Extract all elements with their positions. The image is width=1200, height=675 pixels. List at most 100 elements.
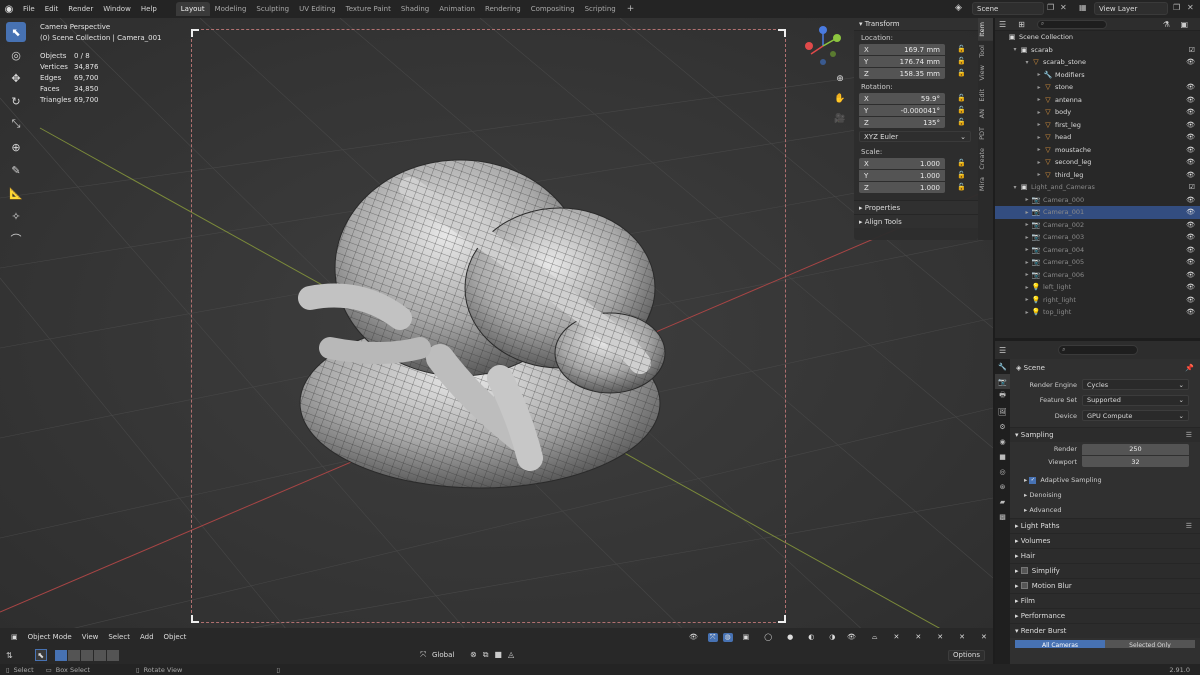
outliner-row[interactable]: ▸ ▽ second_leg 👁 bbox=[995, 156, 1200, 169]
advanced-subpanel[interactable]: ▸ Advanced bbox=[1010, 503, 1200, 518]
menu-render[interactable]: Render bbox=[63, 5, 98, 13]
outliner-row[interactable]: ▸ 💡 right_light 👁 bbox=[995, 294, 1200, 307]
editor-type-icon[interactable]: ☰ bbox=[999, 346, 1006, 355]
view-layer-selector[interactable]: View Layer bbox=[1094, 2, 1168, 15]
menu-add[interactable]: Add bbox=[135, 633, 159, 641]
list-icon[interactable]: ☰ bbox=[1186, 431, 1192, 439]
properties-panel-header[interactable]: ▸ Properties bbox=[854, 200, 978, 214]
menu-view[interactable]: View bbox=[77, 633, 104, 641]
rendered-shading-icon[interactable]: ◑ bbox=[824, 633, 840, 642]
lock-icon[interactable]: 🔓 bbox=[957, 171, 966, 180]
eye-icon[interactable]: 👁 bbox=[1186, 233, 1195, 241]
simplify-panel-header[interactable]: ▸ Simplify bbox=[1010, 562, 1200, 578]
volumes-panel-header[interactable]: ▸ Volumes bbox=[1010, 532, 1200, 548]
expand-arrow-icon[interactable]: ▾ bbox=[1011, 184, 1019, 191]
expand-arrow-icon[interactable]: ▸ bbox=[1023, 259, 1031, 266]
all-cameras-button[interactable]: All Cameras bbox=[1015, 639, 1105, 648]
tab-sculpting[interactable]: Sculpting bbox=[251, 2, 294, 16]
outliner-row[interactable]: ▸ ▽ head 👁 bbox=[995, 131, 1200, 144]
eye-icon[interactable]: 👁 bbox=[1186, 271, 1195, 279]
tab-texture-paint[interactable]: Texture Paint bbox=[341, 2, 396, 16]
sidebar-tab-item[interactable]: Item bbox=[978, 18, 993, 41]
extra-tool-icon[interactable]: ⌒ bbox=[6, 229, 26, 249]
constraints-tab-icon[interactable]: ⊛ bbox=[995, 479, 1010, 494]
eye-icon[interactable]: 👁 bbox=[1186, 196, 1195, 204]
expand-arrow-icon[interactable]: ▸ bbox=[1023, 246, 1031, 253]
eye-icon[interactable]: 👁 bbox=[1186, 258, 1195, 266]
gizmo-icon[interactable]: ⤧ bbox=[707, 632, 718, 642]
tab-uv-editing[interactable]: UV Editing bbox=[294, 2, 341, 16]
render-tab-icon[interactable]: 📷 bbox=[995, 374, 1010, 389]
mode-selector[interactable]: Object Mode bbox=[23, 633, 77, 641]
scale-z-field[interactable]: Z 1.000 🔓 bbox=[859, 182, 966, 193]
options-dropdown[interactable]: Options bbox=[948, 649, 986, 661]
outliner-row[interactable]: ▸ 📷 Camera_003 👁 bbox=[995, 231, 1200, 244]
tab-layout[interactable]: Layout bbox=[175, 2, 210, 16]
adaptive-sampling-checkbox[interactable]: ✓ bbox=[1029, 476, 1037, 484]
lock-icon[interactable]: 🔓 bbox=[957, 159, 966, 168]
lock-icon[interactable]: 🔓 bbox=[957, 57, 966, 66]
sidebar-tab-pdt[interactable]: PDT bbox=[978, 123, 993, 144]
copy-scene-icon[interactable]: ❐ bbox=[1047, 3, 1054, 12]
outliner-row[interactable]: ▸ 💡 top_light 👁 bbox=[995, 306, 1200, 319]
outliner-row[interactable]: ▸ ▽ first_leg 👁 bbox=[995, 119, 1200, 132]
transform-tool-icon[interactable]: ⊕ bbox=[6, 137, 26, 157]
editor-type-icon[interactable]: ▣ bbox=[6, 633, 23, 641]
render-burst-panel-header[interactable]: ▾ Render Burst bbox=[1010, 622, 1200, 638]
properties-search-input[interactable]: ⌕ bbox=[1058, 345, 1139, 355]
expand-arrow-icon[interactable]: ▸ bbox=[1035, 84, 1043, 91]
scene-icon[interactable]: ◈ bbox=[955, 3, 969, 15]
outliner-row[interactable]: ▸ 📷 Camera_002 👁 bbox=[995, 219, 1200, 232]
menu-select[interactable]: Select bbox=[103, 633, 135, 641]
eye-icon[interactable]: 👁 bbox=[1186, 108, 1195, 116]
outliner-row[interactable]: ▾ ▽ scarab_stone 👁 bbox=[995, 56, 1200, 69]
eye-icon[interactable]: 👁 bbox=[1186, 58, 1195, 66]
outliner-row[interactable]: ▸ 📷 Camera_000 👁 bbox=[995, 194, 1200, 207]
eye-icon[interactable]: 👁 bbox=[1186, 146, 1195, 154]
tool-settings-icon[interactable]: ⇅ bbox=[6, 651, 13, 660]
outliner-row[interactable]: ▸ ▽ third_leg 👁 bbox=[995, 169, 1200, 182]
expand-arrow-icon[interactable]: ▸ bbox=[1035, 71, 1043, 78]
lock-icon[interactable]: 🔓 bbox=[957, 94, 966, 103]
active-tool-icon[interactable]: ⬉ bbox=[34, 649, 47, 661]
solid-shading-icon[interactable]: ● bbox=[782, 633, 798, 642]
annotate-tool-icon[interactable]: ✎ bbox=[6, 160, 26, 180]
expand-arrow-icon[interactable]: ▸ bbox=[1023, 309, 1031, 316]
lock-icon[interactable]: 🔓 bbox=[957, 183, 966, 192]
expand-arrow-icon[interactable]: ▸ bbox=[1035, 134, 1043, 141]
expand-arrow-icon[interactable]: ▸ bbox=[1035, 109, 1043, 116]
select-invert-icon[interactable] bbox=[93, 649, 106, 661]
measure-tool-icon[interactable]: 📐 bbox=[6, 183, 26, 203]
copy-view-layer-icon[interactable]: ❐ bbox=[1173, 3, 1180, 12]
checkbox-icon[interactable]: ☑ bbox=[1189, 183, 1195, 191]
denoising-subpanel[interactable]: ▸ Denoising bbox=[1010, 488, 1200, 503]
zoom-icon[interactable]: ⊕ bbox=[834, 74, 846, 86]
outliner-row[interactable]: ▸ ▽ stone 👁 bbox=[995, 81, 1200, 94]
outliner-row[interactable]: ▸ 📷 Camera_005 👁 bbox=[995, 256, 1200, 269]
light-paths-panel-header[interactable]: ▸ Light Paths ☰ bbox=[1010, 517, 1200, 533]
texture-tab-icon[interactable]: ▩ bbox=[995, 509, 1010, 524]
snap-icon[interactable]: ⧉ bbox=[483, 650, 489, 660]
rotate-tool-icon[interactable]: ↻ bbox=[6, 91, 26, 111]
add-workspace-icon[interactable]: + bbox=[621, 4, 641, 14]
device-dropdown[interactable]: GPU Compute ⌄ bbox=[1082, 410, 1189, 422]
select-extend-icon[interactable] bbox=[67, 649, 80, 661]
expand-arrow-icon[interactable]: ▸ bbox=[1023, 234, 1031, 241]
eye-icon[interactable]: 👁 bbox=[1186, 283, 1195, 291]
lock-icon[interactable]: 🔓 bbox=[957, 106, 966, 115]
location-y-field[interactable]: Y 176.74 mm 🔓 bbox=[859, 56, 966, 67]
sidebar-tab-view[interactable]: View bbox=[978, 61, 993, 84]
motion-blur-panel-header[interactable]: ▸ Motion Blur bbox=[1010, 577, 1200, 593]
outliner-row[interactable]: ▸ ▽ body 👁 bbox=[995, 106, 1200, 119]
select-subtract-icon[interactable] bbox=[80, 649, 93, 661]
eye-icon[interactable]: 👁 bbox=[1186, 296, 1195, 304]
close-view-layer-icon[interactable]: ✕ bbox=[1187, 3, 1194, 12]
selected-only-button[interactable]: Selected Only bbox=[1105, 639, 1195, 648]
tab-animation[interactable]: Animation bbox=[434, 2, 480, 16]
sampling-panel-header[interactable]: ▾ Sampling ☰ bbox=[1010, 426, 1200, 442]
navigation-gizmo[interactable] bbox=[805, 24, 841, 68]
tab-rendering[interactable]: Rendering bbox=[480, 2, 526, 16]
expand-arrow-icon[interactable]: ▸ bbox=[1023, 296, 1031, 303]
cross-icon[interactable]: ✕ bbox=[954, 633, 970, 642]
expand-arrow-icon[interactable]: ▸ bbox=[1035, 121, 1043, 128]
